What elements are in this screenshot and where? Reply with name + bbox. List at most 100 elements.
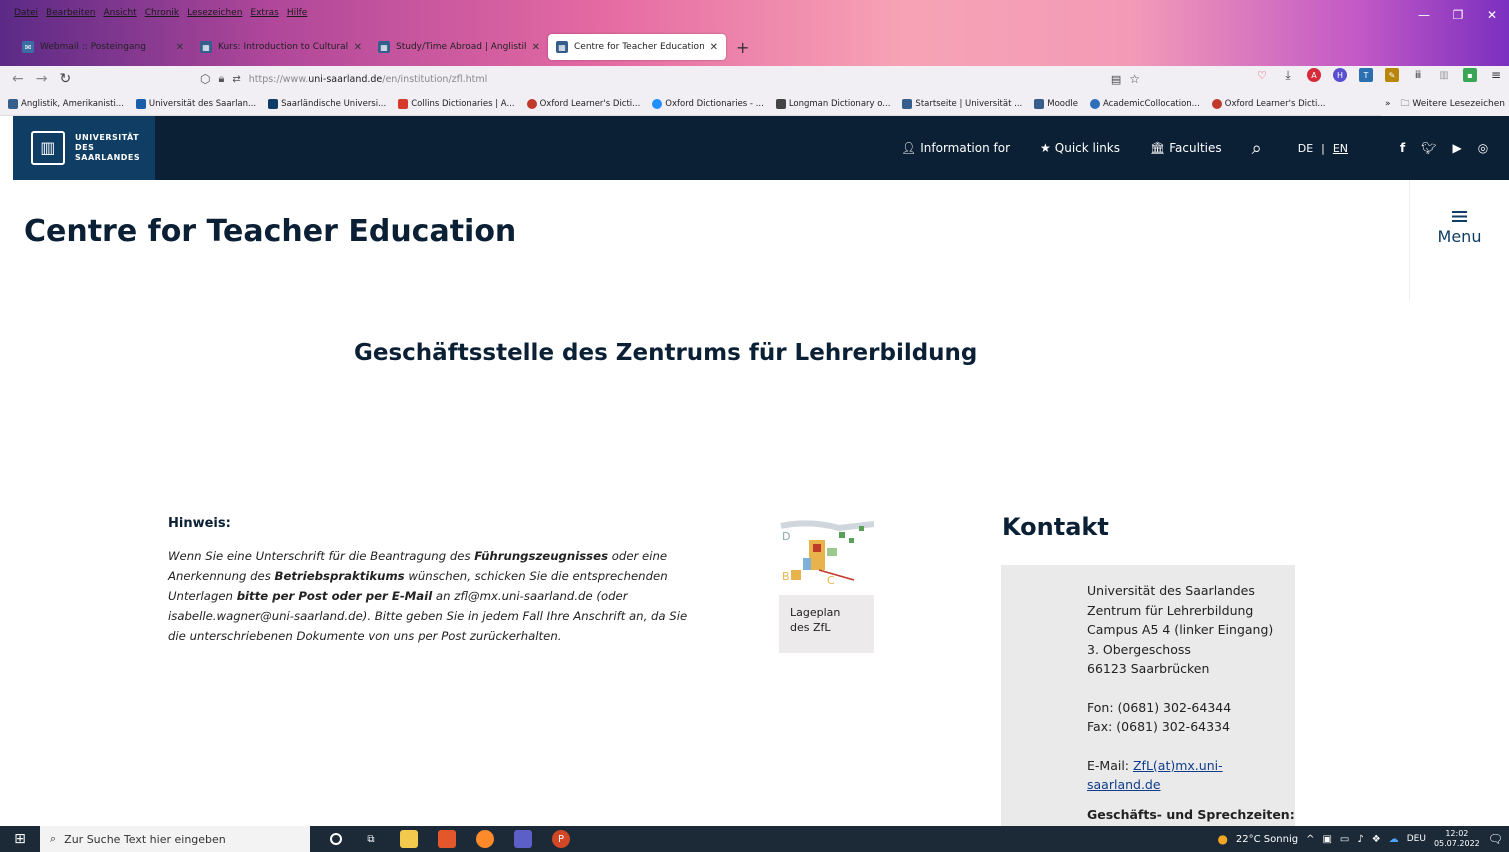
notification-icon[interactable]: 🗨︎ [1488, 832, 1503, 846]
instagram-icon[interactable]: ◎ [1478, 141, 1488, 155]
bookmark-item[interactable]: Longman Dictionary o... [775, 98, 890, 109]
email-line: E-Mail: ZfL(at)mx.uni-saarland.de [1087, 757, 1223, 793]
map-caption[interactable]: Lageplan des ZfL [779, 595, 874, 645]
menu-ansicht[interactable]: Ansicht [103, 8, 136, 18]
close-window-button[interactable]: ✕ [1475, 4, 1509, 26]
extension-h-icon[interactable]: H [1333, 68, 1347, 82]
logo-text: SAARLANDES [75, 153, 141, 162]
other-bookmarks-folder[interactable]: 🗀︎ Weitere Lesezeichen [1400, 96, 1505, 112]
star-icon: ★ [1040, 141, 1051, 155]
extension-green-icon[interactable]: ▪ [1463, 68, 1477, 82]
adblock-icon[interactable]: A [1307, 68, 1321, 82]
url-bar[interactable]: ⬡ 🔒︎ ⇄ https://www.uni-saarland.de/en/in… [200, 70, 1140, 88]
search-icon[interactable]: ⌕ [1252, 138, 1262, 159]
powerpoint-icon[interactable]: P [552, 830, 570, 848]
taskbar-search[interactable]: ⌕ Zur Suche Text hier eingeben [40, 826, 310, 852]
close-tab-icon[interactable]: ✕ [710, 42, 718, 53]
teams-icon[interactable] [514, 830, 532, 848]
chevron-up-icon[interactable]: ^ [1306, 834, 1314, 845]
address-line: 66123 Saarbrücken [1087, 661, 1210, 676]
weather-text[interactable]: 22°C Sonnig [1236, 834, 1298, 845]
bookmark-item[interactable]: Oxford Learner's Dicti... [1211, 98, 1325, 109]
input-language[interactable]: DEU [1407, 834, 1426, 844]
nav-quick-links[interactable]: ★ Quick links [1040, 141, 1120, 155]
back-icon[interactable]: ← [12, 71, 24, 87]
restore-button[interactable]: ❐ [1441, 4, 1475, 26]
university-logo[interactable]: ▥ UNIVERSITÄT DES SAARLANDES [13, 116, 155, 180]
shield-icon[interactable]: ⬡ [200, 72, 210, 86]
nav-information-for[interactable]: 👤︎ Information for [901, 141, 1010, 155]
bookmark-item[interactable]: Oxford Dictionaries - ... [652, 98, 764, 109]
youtube-icon[interactable]: ▶ [1453, 141, 1462, 155]
battery-icon[interactable]: ▭ [1340, 834, 1349, 845]
firefox-icon[interactable] [476, 830, 494, 848]
tab-label: Study/Time Abroad | Anglistik, [396, 42, 526, 52]
menu-lesezeichen[interactable]: Lesezeichen [187, 8, 242, 18]
menu-chronik[interactable]: Chronik [145, 8, 179, 18]
cortana-icon[interactable] [330, 833, 342, 845]
menu-datei[interactable]: Datei [14, 8, 38, 18]
tab-centre-teacher-education[interactable]: ▦ Centre for Teacher Education | U ✕ [548, 34, 726, 60]
menu-hilfe[interactable]: Hilfe [287, 8, 307, 18]
close-tab-icon[interactable]: ✕ [354, 42, 362, 53]
close-tab-icon[interactable]: ✕ [176, 42, 184, 53]
campus-map-image[interactable]: D B C [779, 518, 874, 595]
bookmark-item[interactable]: Saarländische Universi... [268, 98, 386, 109]
bookmark-item[interactable]: Universität des Saarlan... [135, 98, 256, 109]
pocket-icon[interactable]: ♡ [1255, 68, 1269, 82]
task-view-icon[interactable]: ⧉ [362, 830, 380, 848]
dropbox-icon[interactable]: ❖ [1372, 834, 1381, 845]
bookmark-item[interactable]: Anglistik, Amerikanisti... [8, 98, 124, 109]
weather-icon[interactable]: ● [1217, 832, 1227, 846]
bookmark-item[interactable]: Collins Dictionaries | A... [398, 98, 515, 109]
menu-button[interactable]: ≡ Menu [1409, 180, 1509, 300]
lock-icon[interactable]: 🔒︎ [218, 72, 224, 86]
translate-icon[interactable]: T [1359, 68, 1373, 82]
tab-webmail[interactable]: ✉ Webmail :: Posteingang ✕ [14, 34, 192, 60]
chevron-right-icon[interactable]: » [1385, 99, 1391, 109]
extension-icon[interactable]: ✎ [1385, 68, 1399, 82]
bookmark-star-icon[interactable]: ☆ [1129, 72, 1140, 86]
bookmark-item[interactable]: Startseite | Universität ... [902, 98, 1022, 109]
bookmark-item[interactable]: Oxford Learner's Dicti... [526, 98, 640, 109]
lang-de-link[interactable]: DE [1298, 142, 1313, 155]
forward-icon[interactable]: → [36, 71, 48, 87]
facebook-icon[interactable]: f [1400, 141, 1405, 155]
menu-bearbeiten[interactable]: Bearbeiten [46, 8, 95, 18]
menu-extras[interactable]: Extras [250, 8, 278, 18]
hamburger-icon: ≡ [1449, 201, 1470, 230]
speaker-icon[interactable]: ♪ [1357, 834, 1363, 845]
twitter-icon[interactable]: 🐦︎ [1421, 141, 1436, 155]
svg-text:B: B [782, 570, 790, 583]
university-icon [8, 98, 18, 109]
url-text[interactable]: https://www.uni-saarland.de/en/instituti… [249, 74, 488, 85]
nav-faculties[interactable]: 🏛︎ Faculties [1150, 141, 1222, 155]
library-icon[interactable]: ⅲ [1411, 68, 1425, 82]
new-tab-button[interactable]: + [736, 38, 749, 57]
lang-en-link[interactable]: EN [1333, 142, 1348, 155]
windows-start-icon[interactable]: ⊞ [0, 826, 40, 852]
reader-view-icon[interactable]: ▤ [1111, 73, 1121, 86]
onedrive-icon[interactable]: ☁ [1389, 834, 1399, 845]
file-explorer-icon[interactable] [400, 830, 418, 848]
bookmark-item[interactable]: Moodle [1034, 98, 1078, 109]
site-map-card[interactable]: D B C Lageplan des ZfL [779, 518, 874, 653]
close-tab-icon[interactable]: ✕ [532, 42, 540, 53]
sidebar-icon[interactable]: ▥ [1437, 68, 1451, 82]
clock[interactable]: 12:02 05.07.2022 [1434, 829, 1480, 849]
bookmarks-bar: Anglistik, Amerikanisti... Universität d… [0, 92, 1509, 116]
tab-kurs[interactable]: ▦ Kurs: Introduction to Cultural St ✕ [192, 34, 370, 60]
bookmark-item[interactable]: AcademicCollocation... [1089, 98, 1200, 109]
oxford-learners-icon [526, 98, 537, 109]
tab-study-abroad[interactable]: ▦ Study/Time Abroad | Anglistik, ✕ [370, 34, 548, 60]
network-icon[interactable]: ▣ [1322, 834, 1331, 845]
office-icon[interactable] [438, 830, 456, 848]
minimize-button[interactable]: — [1407, 4, 1441, 26]
system-tray: ● 22°C Sonnig ^ ▣ ▭ ♪ ❖ ☁ DEU 12:02 05.0… [1217, 826, 1509, 852]
download-icon[interactable]: ⤓ [1281, 68, 1295, 82]
reload-icon[interactable]: ↻ [59, 71, 71, 87]
permissions-icon[interactable]: ⇄ [232, 74, 240, 85]
mail-icon: ✉ [22, 41, 34, 53]
hamburger-menu-icon[interactable]: ≡ [1489, 68, 1503, 82]
address-line: Zentrum für Lehrerbildung [1087, 602, 1254, 618]
